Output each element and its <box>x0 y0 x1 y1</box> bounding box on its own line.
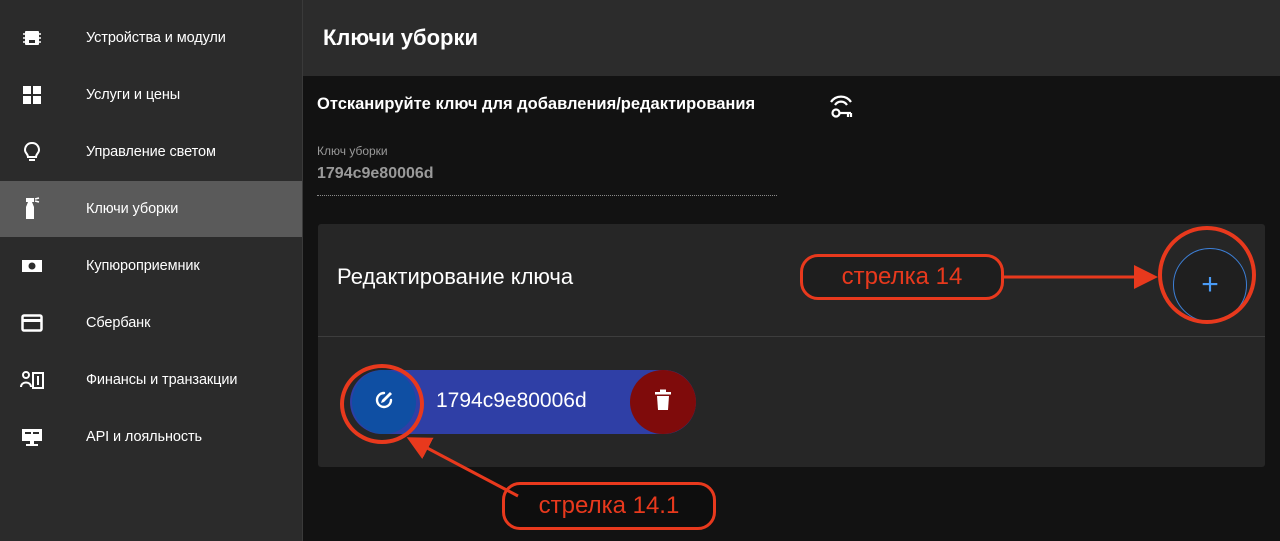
annotation-label-14: стрелка 14 <box>800 254 1004 300</box>
sidebar-item-label: Устройства и модули <box>86 30 226 46</box>
sidebar-item-api[interactable]: API и лояльность <box>0 409 302 465</box>
sidebar-item-label: Ключи уборки <box>86 201 179 217</box>
delete-key-button[interactable] <box>630 370 696 434</box>
key-field-label: Ключ уборки <box>317 144 388 158</box>
finance-icon <box>18 366 46 394</box>
annotation-circle-add <box>1158 226 1256 324</box>
sidebar-item-label: Управление светом <box>86 144 216 160</box>
annotation-text: стрелка 14.1 <box>538 492 680 519</box>
chip-icon <box>18 24 46 52</box>
key-edit-card: Редактирование ключа + 1794c9e80006d <box>318 224 1265 467</box>
sidebar-item-bill-acceptor[interactable]: Купюроприемник <box>0 238 302 294</box>
key-chip-label: 1794c9e80006d <box>436 389 587 412</box>
sidebar-item-lighting[interactable]: Управление светом <box>0 124 302 180</box>
sidebar-item-label: Купюроприемник <box>86 258 200 274</box>
sidebar-item-services[interactable]: Услуги и цены <box>0 67 302 123</box>
annotation-circle-edit <box>340 364 424 444</box>
sidebar-item-cleaning-keys[interactable]: Ключи уборки <box>0 181 302 237</box>
credit-card-icon <box>18 309 46 337</box>
sidebar-item-label: Услуги и цены <box>86 87 181 103</box>
sidebar-item-label: API и лояльность <box>86 429 203 445</box>
key-field-value[interactable]: 1794c9e80006d <box>317 165 434 183</box>
card-header: Редактирование ключа + <box>318 224 1265 336</box>
sidebar-item-label: Финансы и транзакции <box>86 372 238 388</box>
trash-icon <box>654 389 672 416</box>
annotation-text: стрелка 14 <box>841 263 963 290</box>
main-content: Отсканируйте ключ для добавления/редакти… <box>303 76 1280 541</box>
sidebar-item-label: Сбербанк <box>86 315 151 331</box>
scan-prompt: Отсканируйте ключ для добавления/редакти… <box>317 95 756 113</box>
key-scan-icon <box>827 92 855 120</box>
sidebar-item-finance[interactable]: Финансы и транзакции <box>0 352 302 408</box>
lightbulb-icon <box>18 138 46 166</box>
divider <box>318 336 1265 337</box>
top-bar: Ключи уборки <box>303 0 1280 76</box>
annotation-label-14-1: стрелка 14.1 <box>502 482 716 530</box>
page-title: Ключи уборки <box>323 25 478 50</box>
banknote-icon <box>18 252 46 280</box>
sidebar-item-devices[interactable]: Устройства и модули <box>0 10 302 66</box>
grid-icon <box>18 81 46 109</box>
monitor-icon <box>18 423 46 451</box>
key-field-underline <box>317 195 777 196</box>
card-title: Редактирование ключа <box>337 264 574 289</box>
spray-bottle-icon <box>18 195 46 223</box>
sidebar-item-sberbank[interactable]: Сбербанк <box>0 295 302 351</box>
sidebar: Устройства и модули Услуги и цены Управл… <box>0 0 303 541</box>
